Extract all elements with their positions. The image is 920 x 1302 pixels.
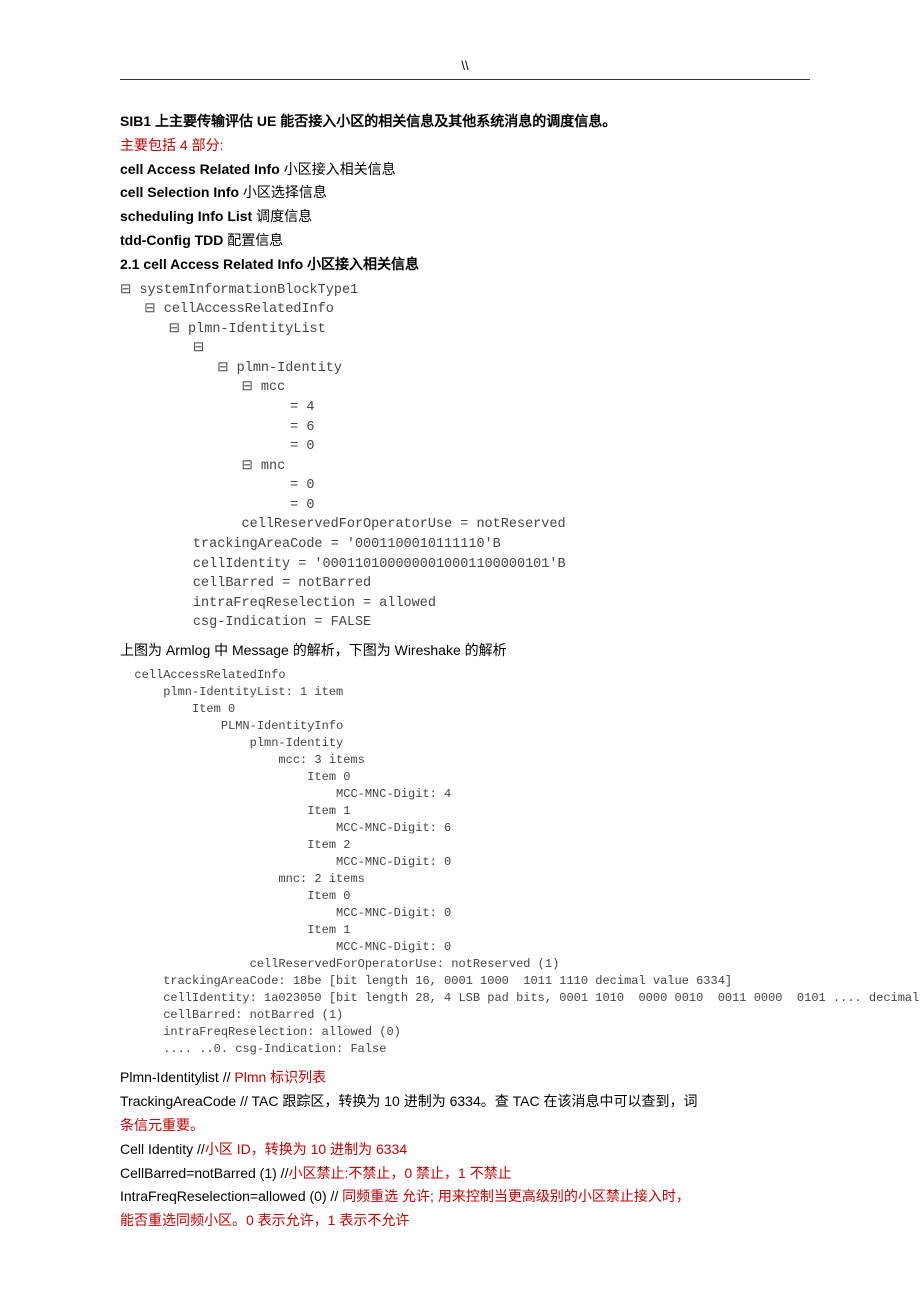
bullet-1-t: 小区接入相关信息 — [280, 161, 396, 177]
n1a: Plmn-Identitylist // — [120, 1069, 234, 1085]
wireshark-tree: cellAccessRelatedInfo plmn-IdentityList:… — [120, 667, 810, 1059]
bullet-4-t: 配置信息 — [223, 232, 283, 248]
document-page: \\ SIB1 上主要传输评估 UE 能否接入小区的相关信息及其他系统消息的调度… — [0, 0, 920, 1273]
n1r: Plmn 标识列表 — [234, 1069, 326, 1085]
note-line-4: CellBarred=notBarred (1) //小区禁止:不禁止，0 禁止… — [120, 1162, 810, 1186]
n5r1: 同频重选 允许; — [342, 1188, 434, 1204]
bullet-2-b: cell Selection Info — [120, 184, 239, 200]
note-line-1: Plmn-Identitylist // Plmn 标识列表 — [120, 1066, 810, 1090]
n3r: 小区 ID，转换为 10 进制为 6334 — [205, 1141, 407, 1157]
page-header: \\ — [120, 55, 810, 80]
header-text: \\ — [461, 58, 468, 73]
n4a: CellBarred=notBarred (1) // — [120, 1165, 288, 1181]
bullet-3-t: 调度信息 — [252, 208, 312, 224]
bullet-2: cell Selection Info 小区选择信息 — [120, 181, 810, 205]
bullet-3: scheduling Info List 调度信息 — [120, 205, 810, 229]
note-line-3: Cell Identity //小区 ID，转换为 10 进制为 6334 — [120, 1138, 810, 1162]
n3a: Cell Identity // — [120, 1141, 205, 1157]
note-line-2: TrackingAreaCode // TAC 跟踪区，转换为 10 进制为 6… — [120, 1090, 810, 1114]
bullet-3-b: scheduling Info List — [120, 208, 252, 224]
n2a: TrackingAreaCode // TAC 跟踪区，转换为 10 进制为 6… — [120, 1093, 698, 1109]
bullet-1: cell Access Related Info 小区接入相关信息 — [120, 158, 810, 182]
bullet-2-t: 小区选择信息 — [239, 184, 327, 200]
n5r2: 用来控制当更高级别的小区禁止接入时， — [434, 1188, 690, 1204]
note-line-5: IntraFreqReselection=allowed (0) // 同频重选… — [120, 1185, 810, 1209]
armlog-tree: ⊟ systemInformationBlockType1 ⊟ cellAcce… — [120, 281, 810, 633]
intro-subtitle: 主要包括 4 部分: — [120, 134, 810, 158]
bullet-1-b: cell Access Related Info — [120, 161, 280, 177]
n5a: IntraFreqReselection=allowed (0) // — [120, 1188, 342, 1204]
bullet-4-b: tdd-Config TDD — [120, 232, 223, 248]
mid-note: 上图为 Armlog 中 Message 的解析，下图为 Wireshake 的… — [120, 639, 810, 663]
n4r: 小区禁止:不禁止，0 禁止，1 不禁止 — [288, 1165, 511, 1181]
section-heading: 2.1 cell Access Related Info 小区接入相关信息 — [120, 253, 810, 277]
note-line-6: 能否重选同频小区。0 表示允许，1 表示不允许 — [120, 1209, 810, 1233]
intro-title: SIB1 上主要传输评估 UE 能否接入小区的相关信息及其他系统消息的调度信息。 — [120, 110, 810, 134]
bullet-4: tdd-Config TDD 配置信息 — [120, 229, 810, 253]
note-line-2b: 条信元重要。 — [120, 1114, 810, 1138]
